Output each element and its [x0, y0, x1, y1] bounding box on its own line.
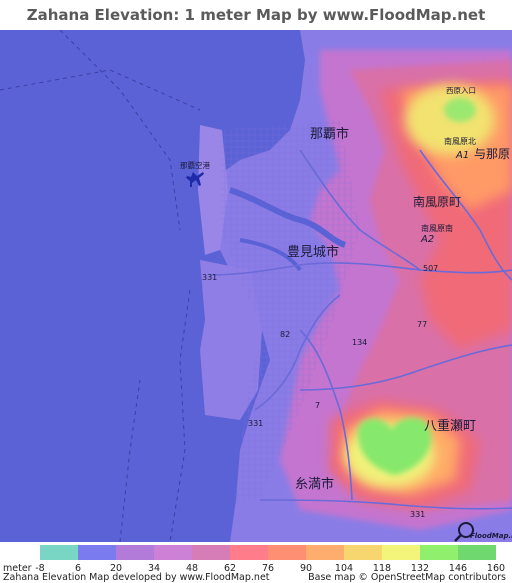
road-label-77: 77: [417, 320, 427, 329]
legend-swatch: [40, 545, 78, 560]
legend-swatch: [116, 545, 154, 560]
road-label-82: 82: [280, 330, 290, 339]
legend-swatch: [268, 545, 306, 560]
place-label-haebaru-north: 南風原北: [444, 136, 476, 146]
road-label-a2: A2: [420, 234, 434, 245]
page-title: Zahana Elevation: 1 meter Map by www.Flo…: [26, 6, 486, 54]
footer-right-credit: Base map © OpenStreetMap contributors: [308, 572, 506, 583]
place-label-naha: 那覇市: [310, 126, 349, 142]
road-label-331-b: 331: [248, 419, 263, 428]
place-label-airport: 那覇空港: [180, 160, 210, 170]
map-canvas: 那覇市 南風原町 豊見城市 八重瀬町 糸満市 与那原 南風原北 南風原南 那覇空…: [0, 30, 512, 542]
legend-swatch: [192, 545, 230, 560]
legend-swatch: [154, 545, 192, 560]
road-label-a1: A1: [455, 150, 469, 161]
legend-swatch: [78, 545, 116, 560]
place-label-tomigusuku: 豊見城市: [287, 244, 339, 260]
place-label-yaese: 八重瀬町: [424, 418, 476, 434]
road-label-7: 7: [315, 401, 320, 410]
road-label-507: 507: [423, 264, 438, 273]
road-label-331-a: 331: [202, 273, 217, 282]
watermark-text: FloodMap.net: [470, 532, 512, 540]
elevation-map[interactable]: 那覇市 南風原町 豊見城市 八重瀬町 糸満市 与那原 南風原北 南風原南 那覇空…: [0, 30, 512, 542]
legend-swatch: [382, 545, 420, 560]
place-label-yonabaru: 与那原: [474, 147, 510, 161]
legend-swatch: [458, 545, 496, 560]
legend-swatch: [230, 545, 268, 560]
place-label-nishihara: 西原入口: [446, 86, 476, 95]
legend-swatch: [344, 545, 382, 560]
elevation-legend: meter -8 6 20 34 48 62 76 90 104 118 132 146 160 Zah…: [0, 542, 512, 583]
road-label-331-c: 331: [410, 510, 425, 519]
footer-left-credit: Zahana Elevation Map developed by www.Fl…: [3, 572, 270, 583]
place-label-haebaru: 南風原町: [413, 194, 461, 209]
place-label-haebaru-south: 南風原南: [421, 223, 453, 233]
road-label-134: 134: [352, 338, 367, 347]
legend-swatch: [420, 545, 458, 560]
legend-swatch: [306, 545, 344, 560]
land-green-north: [444, 98, 476, 122]
place-label-itoman: 糸満市: [295, 476, 334, 492]
